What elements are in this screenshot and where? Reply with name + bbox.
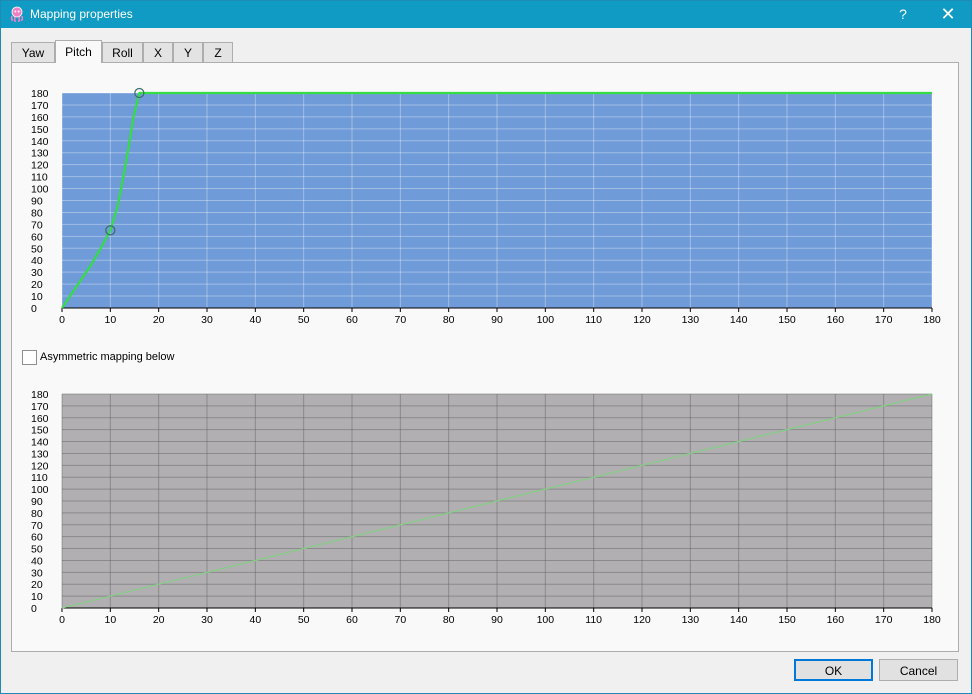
top-y-tick-label: 40 [31,255,43,267]
bottom-y-tick-label: 70 [31,520,43,532]
bottom-y-tick-label: 150 [31,425,49,437]
tab-pitch[interactable]: Pitch [55,40,102,63]
top-y-tick-label: 140 [31,136,49,148]
bottom-y-tick-label: 50 [31,544,43,556]
top-x-tick-label: 80 [443,314,455,326]
top-y-tick-label: 90 [31,196,43,208]
top-y-tick-label: 50 [31,243,43,255]
bottom-y-tick-label: 20 [31,579,43,591]
top-y-tick-label: 80 [31,207,43,219]
top-y-tick-label: 10 [31,291,43,303]
bottom-y-tick-label: 110 [31,472,48,484]
bottom-x-tick-label: 60 [346,614,358,626]
bottom-y-tick-label: 30 [31,567,43,579]
bottom-y-tick-label: 120 [31,460,49,472]
mapping-charts: 0 10 20 30 40 50 60 70 80 90 100 110 120 130 140 150 160… [31,87,941,626]
top-y-tick-label: 120 [31,160,49,172]
top-x-tick-label: 0 [59,314,65,326]
bottom-y-tick-label: 170 [31,401,49,413]
cancel-button[interactable]: Cancel [879,659,958,681]
bottom-x-tick-label: 40 [249,614,261,626]
bottom-x-tick-label: 100 [537,614,555,626]
top-x-tick-label: 180 [923,314,941,326]
bottom-x-tick-label: 50 [298,614,310,626]
top-x-tick-label: 90 [491,314,503,326]
bottom-x-tick-label: 10 [104,614,116,626]
top-x-tick-label: 20 [153,314,165,326]
top-x-tick-label: 100 [537,314,555,326]
bottom-y-tick-label: 100 [31,484,49,496]
bottom-x-tick-label: 160 [827,614,845,626]
top-y-tick-label: 180 [31,88,49,100]
asymmetric-mapping-checkbox[interactable] [22,350,37,365]
asymmetric-mapping-label: Asymmetric mapping below [40,351,175,363]
top-x-tick-label: 60 [346,314,358,326]
top-y-tick-label: 150 [31,124,49,136]
bottom-x-tick-label: 30 [201,614,213,626]
bottom-x-tick-label: 170 [875,614,893,626]
top-x-tick-label: 70 [394,314,406,326]
bottom-x-tick-label: 80 [443,614,455,626]
top-y-tick-label: 160 [31,112,49,124]
bottom-x-tick-label: 140 [730,614,748,626]
top-x-tick-label: 140 [730,314,748,326]
bottom-y-tick-label: 80 [31,508,43,520]
top-x-tick-label: 50 [298,314,310,326]
top-y-tick-label: 100 [31,184,49,196]
bottom-y-tick-label: 60 [31,532,43,544]
top-y-tick-label: 130 [31,148,49,160]
top-x-tick-label: 170 [875,314,893,326]
top-x-tick-label: 130 [682,314,700,326]
top-x-tick-label: 30 [201,314,213,326]
bottom-y-tick-label: 140 [31,437,49,449]
top-x-tick-label: 150 [778,314,796,326]
bottom-x-tick-label: 180 [923,614,941,626]
bottom-y-tick-label: 160 [31,413,49,425]
bottom-y-tick-label: 40 [31,555,43,567]
top-x-tick-label: 10 [104,314,116,326]
bottom-x-tick-label: 120 [633,614,651,626]
top-x-tick-label: 40 [249,314,261,326]
top-x-tick-label: 160 [827,314,845,326]
top-y-tick-label: 0 [31,303,37,315]
top-y-tick-label: 70 [31,219,43,231]
top-y-tick-label: 110 [31,172,48,184]
bottom-x-tick-label: 0 [59,614,65,626]
top-y-tick-label: 20 [31,279,43,291]
top-x-tick-label: 110 [585,314,602,326]
bottom-y-tick-label: 0 [31,603,37,615]
bottom-x-tick-label: 150 [778,614,796,626]
bottom-y-tick-label: 130 [31,448,49,460]
bottom-x-tick-label: 130 [682,614,700,626]
ok-button[interactable]: OK [794,659,873,681]
bottom-y-tick-label: 10 [31,591,43,603]
bottom-x-tick-label: 90 [491,614,503,626]
top-x-tick-label: 120 [633,314,651,326]
bottom-x-tick-label: 20 [153,614,165,626]
top-y-tick-label: 60 [31,231,43,243]
top-y-tick-label: 30 [31,267,43,279]
bottom-y-tick-label: 180 [31,389,49,401]
bottom-x-tick-label: 70 [394,614,406,626]
bottom-y-tick-label: 90 [31,496,43,508]
top-y-tick-label: 170 [31,100,49,112]
bottom-x-tick-label: 110 [585,614,602,626]
